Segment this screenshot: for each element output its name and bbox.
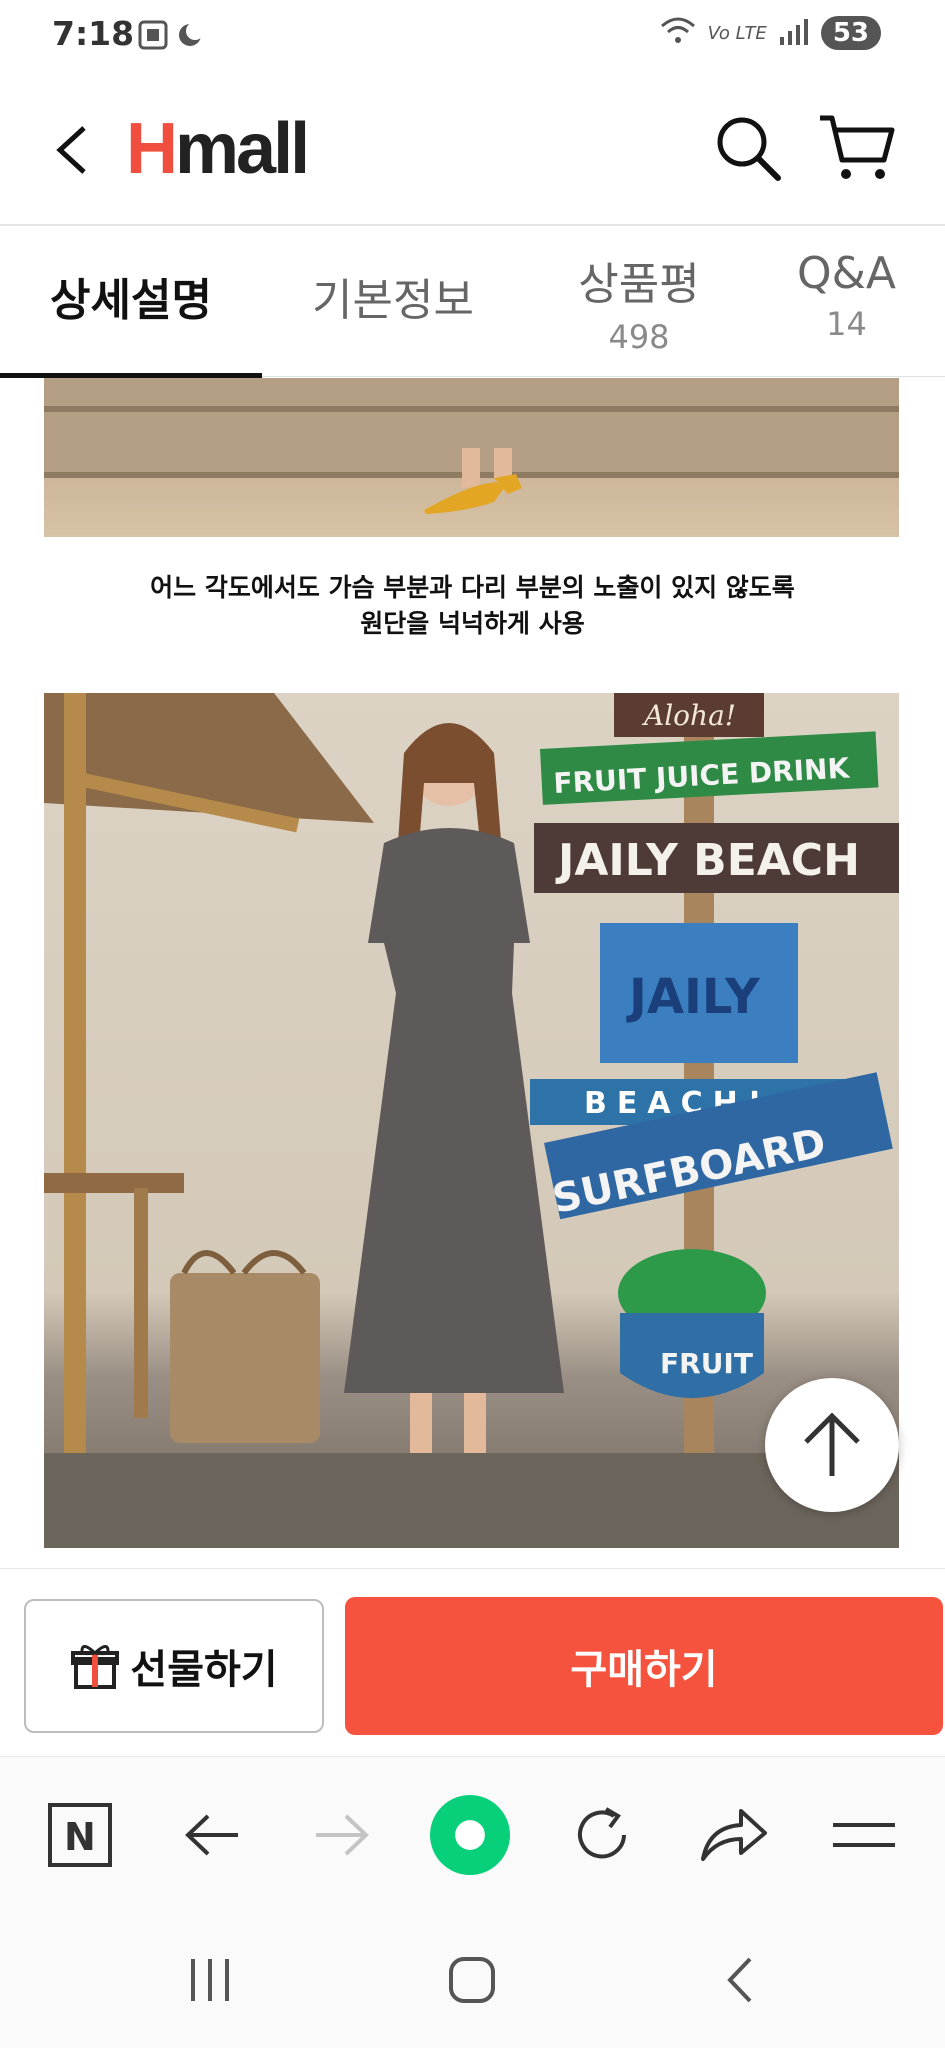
menu-icon (833, 1823, 895, 1847)
signal-icon (779, 17, 809, 49)
recent-apps-icon (191, 1959, 229, 2001)
svg-text:N: N (64, 1815, 96, 1859)
product-image-shoes (44, 378, 899, 537)
tab-basic-info[interactable]: 기본정보 (262, 226, 524, 376)
green-dot-button[interactable] (430, 1795, 510, 1875)
browser-toolbar: N (0, 1756, 945, 1913)
menu-button[interactable] (824, 1795, 904, 1875)
buy-button[interactable]: 구매하기 (345, 1597, 943, 1735)
battery-indicator: 53 (820, 16, 881, 50)
back-button[interactable] (44, 110, 104, 190)
scroll-to-top-button[interactable] (765, 1378, 899, 1512)
tab-detail[interactable]: 상세설명 (0, 226, 262, 376)
chevron-left-icon (56, 126, 86, 174)
network-type: Vo LTE (707, 22, 767, 44)
gift-button[interactable]: 선물하기 (24, 1599, 324, 1733)
review-count: 498 (608, 318, 670, 356)
cart-icon (820, 115, 895, 179)
system-back-button[interactable] (700, 1950, 780, 2010)
tab-label: 상품평 (578, 259, 700, 310)
status-time: 7:18 (52, 14, 135, 53)
gift-icon (71, 1645, 120, 1689)
search-icon (717, 117, 781, 181)
sign-aloha: Aloha! (641, 699, 736, 732)
green-dot-icon (430, 1795, 510, 1875)
naver-n-icon: N (48, 1803, 112, 1867)
chevron-left-icon (727, 1957, 752, 2003)
hmall-logo[interactable]: Hmall (126, 108, 310, 190)
purchase-bar: 선물하기 구매하기 (0, 1568, 945, 1757)
arrow-up-icon (804, 1412, 860, 1476)
share-button[interactable] (694, 1795, 774, 1875)
home-icon (449, 1957, 495, 2003)
sign-jaily-beach: JAILY BEACH (555, 835, 860, 886)
sign-jaily: JAILY (626, 969, 761, 1025)
arrow-right-icon (316, 1814, 369, 1856)
arrow-left-icon (185, 1814, 238, 1856)
caption-line: 원단을 넉넉하게 사용 (360, 609, 585, 638)
cart-button[interactable] (816, 110, 896, 186)
buy-button-label: 구매하기 (570, 1647, 718, 1693)
system-navigation-bar (0, 1912, 945, 2048)
tab-label: 상세설명 (50, 275, 212, 326)
product-tabs: 상세설명 기본정보 상품평 498 Q&A 14 (0, 226, 945, 378)
qna-count: 14 (826, 305, 867, 343)
app-header: Hmall (0, 76, 945, 226)
tab-qna[interactable]: Q&A 14 (754, 226, 939, 376)
tab-reviews[interactable]: 상품평 498 (524, 226, 754, 376)
home-button[interactable] (432, 1950, 512, 2010)
caption-line: 어느 각도에서도 가슴 부분과 다리 부분의 노출이 있지 않도록 (150, 573, 795, 602)
status-bar: 7:18 Vo LTE 53 (0, 0, 945, 76)
product-caption: 어느 각도에서도 가슴 부분과 다리 부분의 노출이 있지 않도록 원단을 넉넉… (0, 570, 945, 642)
gift-button-label: 선물하기 (130, 1647, 278, 1693)
refresh-button[interactable] (562, 1795, 642, 1875)
tab-label: 기본정보 (312, 275, 474, 326)
share-icon (701, 1809, 767, 1861)
search-button[interactable] (712, 112, 784, 184)
notification-icons (138, 18, 208, 58)
recent-apps-button[interactable] (170, 1950, 250, 2010)
browser-forward-button[interactable] (302, 1795, 382, 1875)
refresh-icon (578, 1807, 626, 1859)
browser-back-button[interactable] (172, 1795, 252, 1875)
naver-home-button[interactable]: N (40, 1795, 120, 1875)
sign-fruit: FRUIT (660, 1347, 753, 1380)
tab-label: Q&A (796, 248, 897, 299)
wifi-icon (660, 16, 696, 50)
